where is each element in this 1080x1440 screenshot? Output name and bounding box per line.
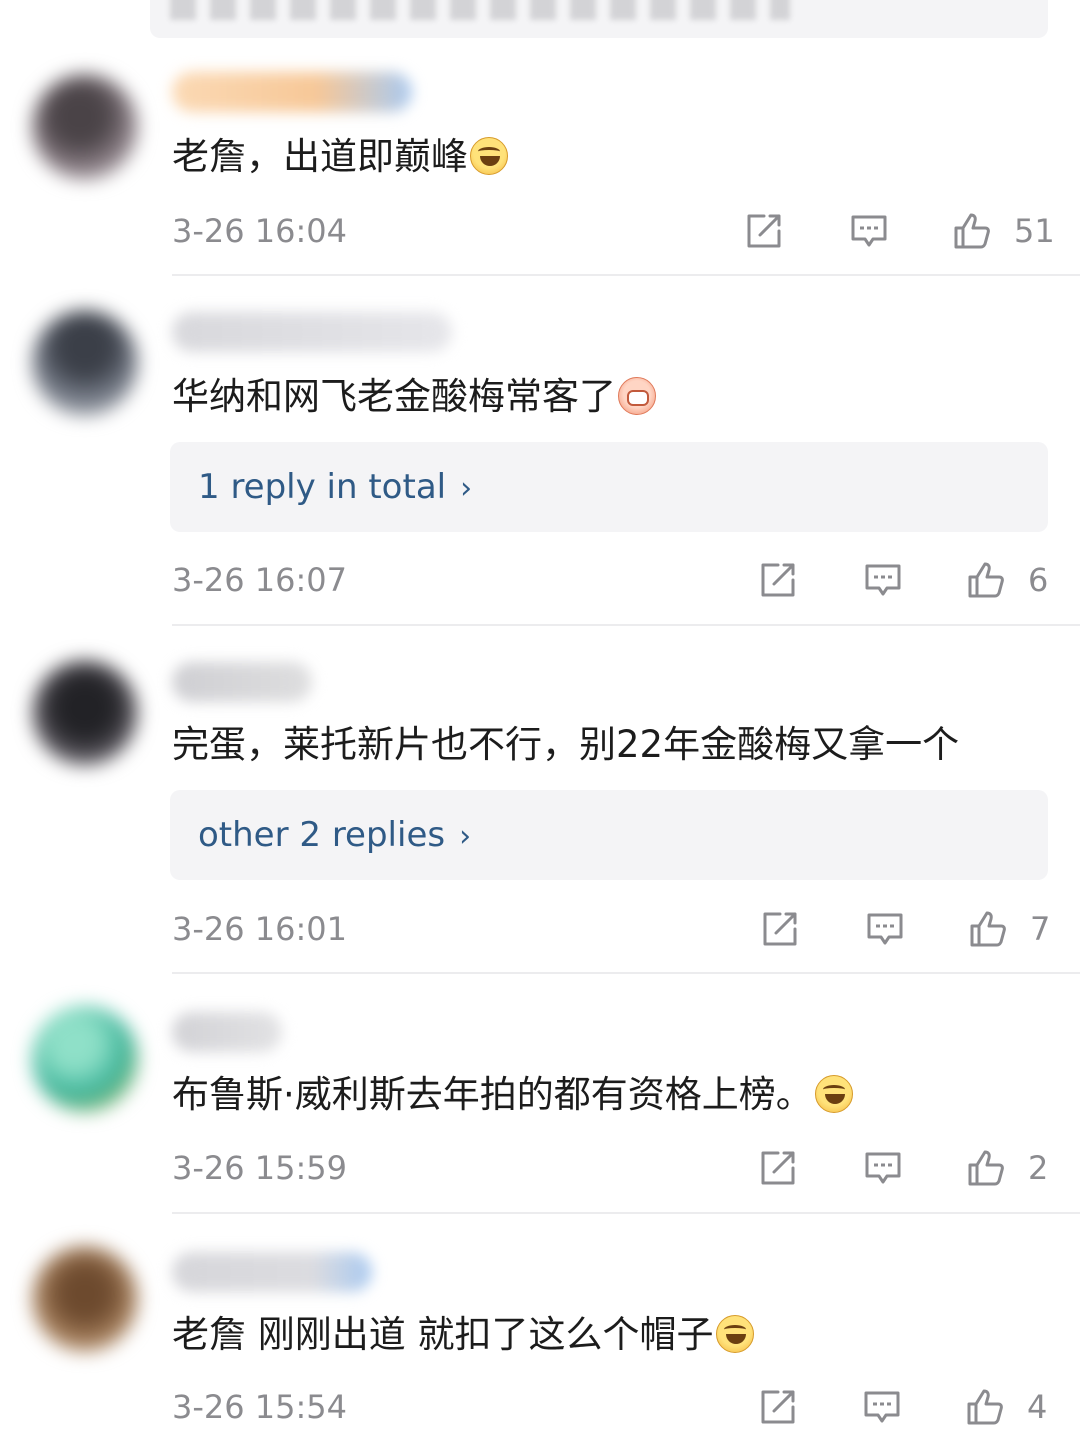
timestamp: 3-26 16:07 xyxy=(172,561,348,599)
chevron-right-icon: › xyxy=(460,471,473,506)
divider xyxy=(172,624,1080,626)
pig-emoji xyxy=(618,377,656,415)
divider xyxy=(172,274,1080,276)
like-count: 6 xyxy=(1028,561,1049,599)
like-count: 4 xyxy=(1027,1388,1048,1426)
timestamp: 3-26 16:04 xyxy=(172,212,348,250)
reply-box[interactable]: 1 reply in total › xyxy=(170,442,1048,532)
avatar[interactable] xyxy=(32,310,138,416)
timestamp: 3-26 15:59 xyxy=(172,1149,348,1187)
avatar[interactable] xyxy=(32,1246,138,1352)
laugh-cry-emoji xyxy=(715,1315,754,1353)
chevron-right-icon: › xyxy=(459,819,472,854)
divider xyxy=(172,972,1080,974)
laugh-cry-emoji xyxy=(470,137,508,175)
timestamp: 3-26 16:01 xyxy=(172,910,348,948)
comment-text: 老詹，出道即巅峰 xyxy=(172,132,508,182)
avatar[interactable] xyxy=(32,660,138,766)
username-redacted[interactable] xyxy=(172,312,452,352)
avatar[interactable] xyxy=(32,74,138,180)
comment-meta-row: 3-26 16:01 7 xyxy=(0,904,1080,954)
comment-meta-row: 3-26 15:59 2 xyxy=(0,1143,1080,1193)
share-icon[interactable] xyxy=(758,1387,798,1427)
reply-box[interactable]: other 2 replies › xyxy=(170,790,1048,880)
comment-text: 布鲁斯·威利斯去年拍的都有资格上榜。 xyxy=(172,1070,853,1120)
comment-list-page: 老詹，出道即巅峰 3-26 16:04 51 华纳和网飞老金酸梅常客了 1 re… xyxy=(0,0,1080,1440)
timestamp: 3-26 15:54 xyxy=(172,1388,348,1426)
laugh-cry-emoji xyxy=(814,1075,853,1113)
avatar[interactable] xyxy=(32,1006,138,1112)
thumbs-up-icon[interactable] xyxy=(966,1148,1006,1188)
share-icon[interactable] xyxy=(760,909,800,949)
comment-meta-row: 3-26 15:54 4 xyxy=(0,1382,1080,1432)
share-icon[interactable] xyxy=(758,1148,798,1188)
view-replies-link[interactable]: other 2 replies › xyxy=(198,790,471,880)
username-redacted[interactable] xyxy=(172,1012,282,1052)
comment-icon[interactable] xyxy=(862,1387,902,1427)
comment-icon[interactable] xyxy=(863,1148,903,1188)
comment-icon[interactable] xyxy=(849,211,889,251)
thumbs-up-icon[interactable] xyxy=(966,560,1006,600)
comment-meta-row: 3-26 16:04 51 xyxy=(0,206,1080,256)
thumbs-up-icon[interactable] xyxy=(968,909,1008,949)
comment-text: 老詹 刚刚出道 就扣了这么个帽子 xyxy=(172,1310,754,1360)
blurred-reply-text xyxy=(170,0,790,20)
like-count: 51 xyxy=(1014,212,1055,250)
thumbs-up-icon[interactable] xyxy=(965,1387,1005,1427)
username-redacted[interactable] xyxy=(172,72,412,112)
comment-text: 华纳和网飞老金酸梅常客了 xyxy=(172,372,656,422)
like-count: 7 xyxy=(1030,910,1051,948)
share-icon[interactable] xyxy=(744,211,784,251)
comment-meta-row: 3-26 16:07 6 xyxy=(0,555,1080,605)
like-count: 2 xyxy=(1028,1149,1049,1187)
comment-text: 完蛋，莱托新片也不行，别22年金酸梅又拿一个 xyxy=(172,723,960,766)
username-redacted[interactable] xyxy=(172,1252,372,1292)
share-icon[interactable] xyxy=(758,560,798,600)
view-replies-link[interactable]: 1 reply in total › xyxy=(198,442,472,532)
previous-reply-box[interactable] xyxy=(150,0,1048,38)
comment-icon[interactable] xyxy=(863,560,903,600)
thumbs-up-icon[interactable] xyxy=(952,211,992,251)
divider xyxy=(172,1212,1080,1214)
comment-icon[interactable] xyxy=(865,909,905,949)
username-redacted[interactable] xyxy=(172,662,312,702)
